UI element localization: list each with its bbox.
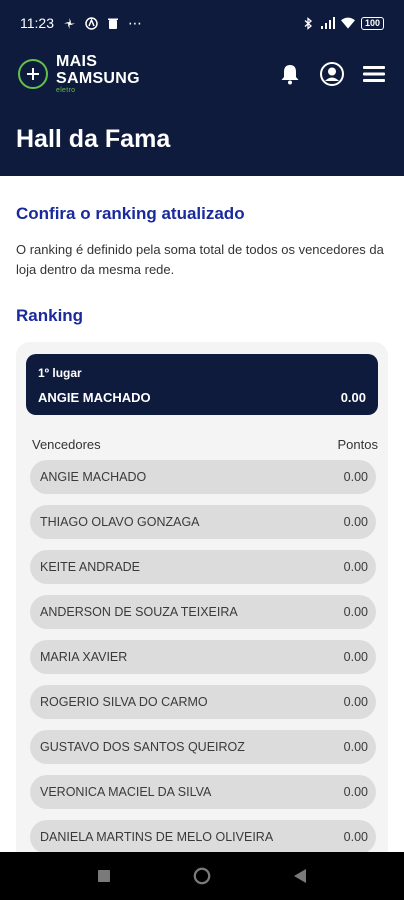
ranking-description: O ranking é definido pela soma total de … (16, 242, 384, 277)
system-nav-bar (0, 852, 404, 900)
fan-icon (62, 16, 76, 30)
home-icon[interactable] (193, 867, 211, 885)
ranking-row: ANDERSON DE SOUZA TEIXEIRA 0.00 (30, 595, 376, 629)
ranking-row: VERONICA MACIEL DA SILVA 0.00 (30, 775, 376, 809)
section-subtitle: Confira o ranking atualizado (16, 204, 245, 223)
ranking-row: ANGIE MACHADO 0.00 (30, 460, 376, 494)
brand-logo[interactable]: MAIS SAMSUNG eletro (18, 53, 140, 95)
page-title: Hall da Fama (16, 124, 171, 153)
battery-icon: 100 (360, 16, 384, 30)
wifi-icon (340, 16, 355, 30)
row-points: 0.00 (343, 740, 368, 754)
row-name: GUSTAVO DOS SANTOS QUEIROZ (40, 740, 245, 754)
back-icon[interactable] (291, 867, 309, 885)
bell-icon[interactable] (278, 62, 302, 86)
row-points: 0.00 (343, 560, 368, 574)
row-points: 0.00 (343, 605, 368, 619)
column-sellers: Vencedores (32, 437, 101, 452)
first-place-points: 0.00 (340, 390, 366, 405)
row-name: ANGIE MACHADO (40, 470, 147, 484)
first-place-name: ANGIE MACHADO (38, 390, 151, 405)
more-notifications-icon: ⋯ (128, 14, 142, 31)
first-place-label: 1º lugar (38, 366, 82, 380)
row-points: 0.00 (343, 650, 368, 664)
brand-line1: MAIS (56, 53, 98, 70)
main-content[interactable]: Confira o ranking atualizado O ranking é… (0, 176, 404, 852)
menu-icon[interactable] (362, 62, 386, 86)
brand-line2: SAMSUNG (56, 70, 140, 87)
status-time: 11:23 (20, 15, 54, 31)
first-place-card: 1º lugar ANGIE MACHADO 0.00 (26, 354, 378, 415)
row-points: 0.00 (343, 695, 368, 709)
column-points: Pontos (337, 437, 378, 452)
row-name: DANIELA MARTINS DE MELO OLIVEIRA (40, 830, 274, 844)
page-header: Hall da Fama (0, 102, 404, 176)
app-header: MAIS SAMSUNG eletro (0, 46, 404, 102)
ranking-row: GUSTAVO DOS SANTOS QUEIROZ 0.00 (30, 730, 376, 764)
ranking-title: Ranking (16, 306, 84, 325)
row-name: KEITE ANDRADE (40, 560, 141, 574)
trash-icon (106, 16, 120, 30)
row-name: MARIA XAVIER (40, 650, 128, 664)
row-name: ANDERSON DE SOUZA TEIXEIRA (40, 605, 238, 619)
signal-icon (320, 16, 335, 30)
row-name: ROGERIO SILVA DO CARMO (40, 695, 208, 709)
row-name: THIAGO OLAVO GONZAGA (40, 515, 200, 529)
ranking-list: ANGIE MACHADO 0.00 THIAGO OLAVO GONZAGA 0.… (26, 460, 378, 852)
ranking-list-header: Vencedores Pontos (26, 437, 378, 452)
ranking-row: KEITE ANDRADE 0.00 (30, 550, 376, 584)
recents-icon[interactable] (95, 867, 113, 885)
ranking-card: 1º lugar ANGIE MACHADO 0.00 Vencedores P… (16, 342, 388, 852)
ranking-row: THIAGO OLAVO GONZAGA 0.00 (30, 505, 376, 539)
row-points: 0.00 (343, 470, 368, 484)
ranking-row: DANIELA MARTINS DE MELO OLIVEIRA 0.00 (30, 820, 376, 852)
row-points: 0.00 (343, 515, 368, 529)
row-points: 0.00 (343, 830, 368, 844)
bluetooth-icon (301, 16, 315, 30)
plus-logo-icon (18, 59, 48, 89)
profile-icon[interactable] (320, 62, 344, 86)
hd-icon (84, 16, 98, 30)
ranking-row: MARIA XAVIER 0.00 (30, 640, 376, 674)
row-points: 0.00 (343, 785, 368, 799)
row-name: VERONICA MACIEL DA SILVA (40, 785, 212, 799)
status-bar: 11:23 ⋯ 100 (0, 0, 404, 46)
ranking-row: ROGERIO SILVA DO CARMO 0.00 (30, 685, 376, 719)
brand-sub: eletro (56, 87, 76, 94)
